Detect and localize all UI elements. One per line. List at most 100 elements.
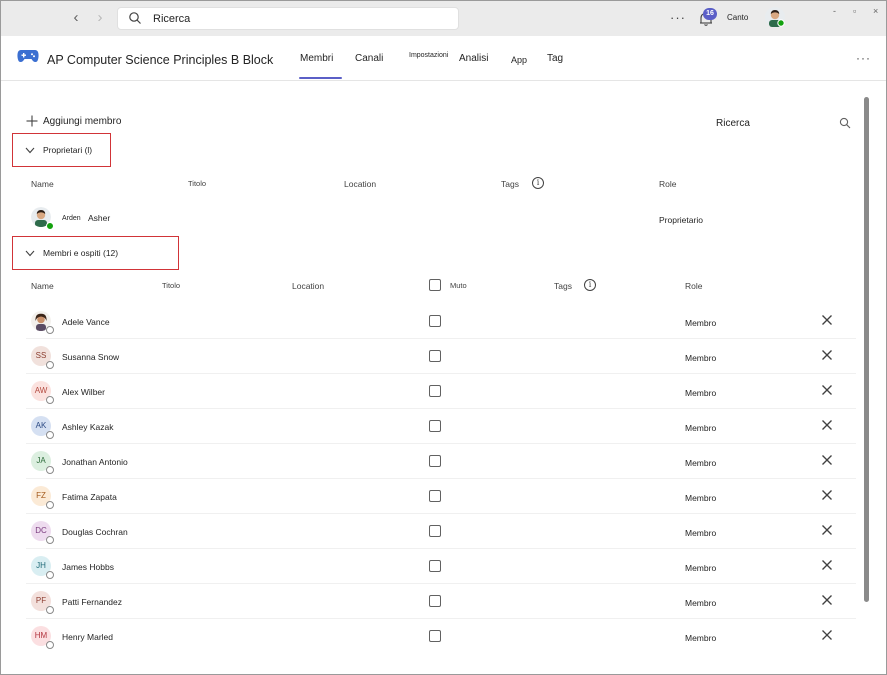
member-role-dropdown[interactable]: Membro	[685, 353, 716, 363]
presence-unknown-icon	[46, 396, 54, 404]
mute-checkbox[interactable]	[429, 420, 441, 432]
presence-unknown-icon	[46, 361, 54, 369]
back-arrow-icon[interactable]: ‹	[67, 9, 85, 27]
tab-analisi[interactable]: Analisi	[459, 53, 488, 64]
remove-member-icon[interactable]	[821, 524, 833, 538]
forward-arrow-icon[interactable]: ›	[91, 9, 109, 27]
owners-section-toggle[interactable]: Proprietari (l)	[25, 145, 92, 155]
mute-checkbox[interactable]	[429, 385, 441, 397]
member-role-dropdown[interactable]: Membro	[685, 493, 716, 503]
tab-membri[interactable]: Membri	[300, 53, 333, 64]
more-options-icon[interactable]: ···	[670, 10, 686, 25]
member-role-dropdown[interactable]: Membro	[685, 598, 716, 608]
member-name: Susanna Snow	[62, 352, 120, 362]
owners-section-label: Proprietari (l)	[43, 145, 93, 155]
row-divider	[26, 548, 856, 549]
title-bar: ‹ › ··· 16 Canto - ▫ ×	[1, 1, 886, 36]
mute-checkbox[interactable]	[429, 560, 441, 572]
remove-member-icon[interactable]	[821, 629, 833, 643]
member-name: Adele Vance	[62, 317, 110, 327]
remove-member-icon[interactable]	[821, 594, 833, 608]
presence-unknown-icon	[46, 571, 54, 579]
tab-impostazioni[interactable]: Impostazioni	[409, 52, 448, 59]
tab-app[interactable]: App	[511, 55, 527, 65]
remove-member-icon[interactable]	[821, 419, 833, 433]
member-search-icon[interactable]	[839, 116, 851, 134]
mute-checkbox[interactable]	[429, 315, 441, 327]
row-divider	[26, 443, 856, 444]
member-name: Patti Fernandez	[62, 597, 123, 607]
mute-checkbox[interactable]	[429, 455, 441, 467]
global-search-box[interactable]	[117, 7, 459, 30]
members-col-role[interactable]: Role	[685, 281, 702, 291]
member-role-dropdown[interactable]: Membro	[685, 528, 716, 538]
member-name: Douglas Cochran	[62, 527, 128, 537]
team-gamepad-icon	[17, 48, 39, 69]
chevron-down-icon	[25, 147, 35, 153]
info-icon[interactable]: i	[532, 177, 544, 189]
remove-member-icon[interactable]	[821, 349, 833, 363]
remove-member-icon[interactable]	[821, 454, 833, 468]
members-col-tags[interactable]: Tags	[554, 281, 572, 291]
presence-unknown-icon	[46, 466, 54, 474]
close-window-icon[interactable]: ×	[873, 6, 878, 16]
member-name: Ashley Kazak	[62, 422, 114, 432]
owners-col-title[interactable]: Titolo	[188, 179, 206, 188]
members-col-location[interactable]: Location	[292, 281, 324, 291]
member-role-dropdown[interactable]: Membro	[685, 458, 716, 468]
tab-tag[interactable]: Tag	[547, 53, 563, 64]
owner-role[interactable]: Proprietario	[659, 215, 703, 225]
user-name: Canto	[727, 13, 749, 22]
app-window: ‹ › ··· 16 Canto - ▫ ×	[0, 0, 887, 675]
remove-member-icon[interactable]	[821, 489, 833, 503]
mute-all-checkbox[interactable]	[429, 279, 441, 291]
global-search-input[interactable]	[153, 11, 443, 27]
remove-member-icon[interactable]	[821, 314, 833, 328]
vertical-scrollbar[interactable]	[864, 97, 869, 602]
remove-member-icon[interactable]	[821, 384, 833, 398]
mute-checkbox[interactable]	[429, 490, 441, 502]
presence-unknown-icon	[46, 641, 54, 649]
row-divider	[26, 583, 856, 584]
presence-unknown-icon	[46, 606, 54, 614]
plus-icon	[26, 115, 38, 127]
member-search-field[interactable]: Ricerca	[716, 118, 750, 129]
member-role-dropdown[interactable]: Membro	[685, 423, 716, 433]
members-col-title[interactable]: Titolo	[162, 281, 180, 290]
presence-available-icon	[46, 222, 54, 230]
team-title: AP Computer Science Principles B Block	[47, 53, 274, 67]
row-divider	[26, 618, 856, 619]
add-member-label: Aggiungi membro	[43, 115, 122, 127]
mute-checkbox[interactable]	[429, 525, 441, 537]
owners-col-name[interactable]: Name	[31, 179, 54, 189]
presence-unknown-icon	[46, 536, 54, 544]
owners-col-location[interactable]: Location	[344, 179, 376, 189]
member-role-dropdown[interactable]: Membro	[685, 388, 716, 398]
owners-col-role[interactable]: Role	[659, 179, 676, 189]
mute-checkbox[interactable]	[429, 630, 441, 642]
search-icon	[128, 11, 142, 30]
user-avatar[interactable]	[765, 7, 785, 27]
minimize-icon[interactable]: -	[833, 6, 836, 16]
tab-canali[interactable]: Canali	[355, 53, 383, 64]
member-role-dropdown[interactable]: Membro	[685, 563, 716, 573]
row-divider	[26, 478, 856, 479]
members-col-name[interactable]: Name	[31, 281, 54, 291]
mute-checkbox[interactable]	[429, 595, 441, 607]
row-divider	[26, 513, 856, 514]
info-icon[interactable]: i	[584, 279, 596, 291]
mute-checkbox[interactable]	[429, 350, 441, 362]
members-section-toggle[interactable]: Membri e ospiti (12)	[25, 248, 118, 258]
member-role-dropdown[interactable]: Membro	[685, 318, 716, 328]
remove-member-icon[interactable]	[821, 559, 833, 573]
members-panel: Aggiungi membro Ricerca Proprietari (l) …	[1, 81, 886, 675]
restore-icon[interactable]: ▫	[853, 6, 856, 16]
add-member-button[interactable]: Aggiungi membro	[26, 115, 121, 127]
members-col-mute[interactable]: Muto	[450, 281, 467, 290]
member-role-dropdown[interactable]: Membro	[685, 633, 716, 643]
header-more-icon[interactable]: ···	[856, 51, 871, 65]
owners-col-tags[interactable]: Tags	[501, 179, 519, 189]
member-name: Alex Wilber	[62, 387, 105, 397]
member-name: Henry Marled	[62, 632, 114, 642]
presence-unknown-icon	[46, 501, 54, 509]
